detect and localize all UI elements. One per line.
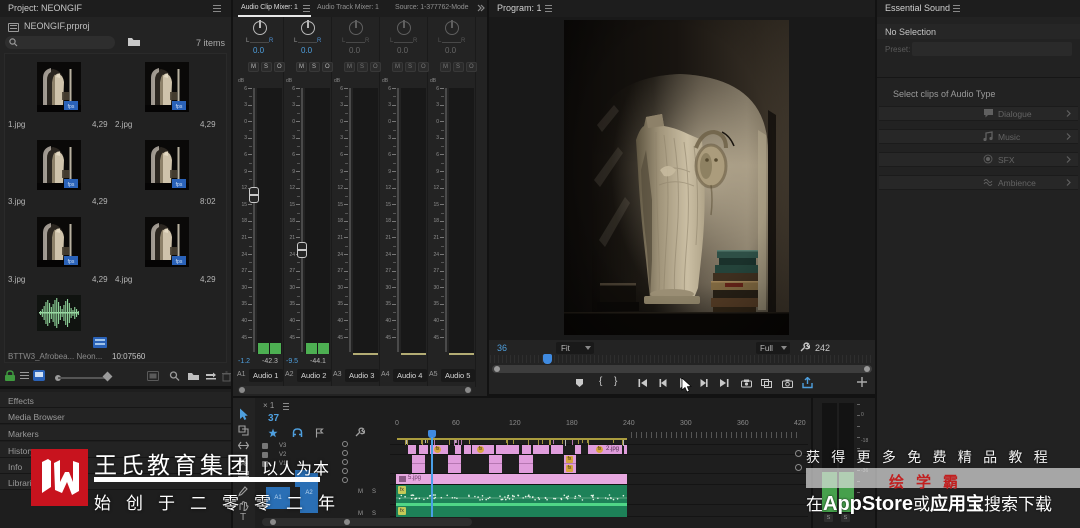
svg-text:fps: fps: [68, 182, 75, 188]
svg-text:fps: fps: [176, 104, 183, 110]
svg-text:fps: fps: [176, 182, 183, 188]
svg-text:fps: fps: [68, 104, 75, 110]
svg-text:fps: fps: [176, 259, 183, 265]
svg-text:fps: fps: [68, 259, 75, 265]
